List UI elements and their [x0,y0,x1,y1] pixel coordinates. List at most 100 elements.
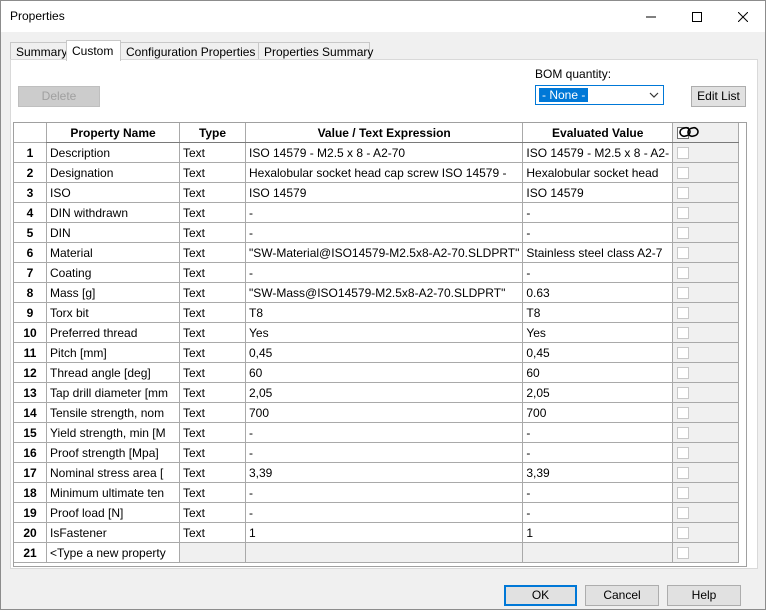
type-cell[interactable]: Text [179,482,246,503]
type-cell[interactable]: Text [179,422,246,443]
property-name-cell[interactable]: <Type a new property [46,542,180,563]
value-cell[interactable]: ISO 14579 [244,182,524,203]
table-row[interactable]: 10 Preferred thread Text Yes Yes [14,322,740,343]
header-type[interactable]: Type [179,123,246,143]
title-bar[interactable]: Properties [1,1,765,32]
row-checkbox[interactable] [677,367,690,380]
row-number[interactable]: 12 [14,362,47,383]
table-row[interactable]: 11 Pitch [mm] Text 0,45 0,45 [14,342,740,363]
table-row[interactable]: 6 Material Text "SW-Material@ISO14579-M2.5x… [14,242,740,263]
type-cell[interactable]: Text [179,222,246,243]
type-cell[interactable] [179,542,246,563]
type-cell[interactable]: Text [179,322,246,343]
type-cell[interactable]: Text [179,402,246,423]
property-name-cell[interactable]: Pitch [mm] [46,342,180,363]
close-button[interactable] [720,1,766,32]
row-checkbox[interactable] [677,327,690,340]
property-name-cell[interactable]: Coating [46,262,180,283]
table-row[interactable]: 13 Tap drill diameter [mm Text 2,05 2,05 [14,382,740,403]
row-number[interactable]: 21 [14,542,47,563]
row-checkbox[interactable] [677,307,690,320]
bom-quantity-select[interactable]: - None - [535,85,664,105]
type-cell[interactable]: Text [179,242,246,263]
property-name-cell[interactable]: Nominal stress area [ [46,462,180,483]
help-button[interactable]: Help [667,585,741,606]
row-checkbox[interactable] [677,287,690,300]
type-cell[interactable]: Text [179,522,246,543]
edit-list-button[interactable]: Edit List [691,86,746,107]
value-cell[interactable]: 1 [244,522,524,543]
property-name-cell[interactable]: Tensile strength, nom [46,402,180,423]
row-checkbox[interactable] [677,527,690,540]
row-number[interactable]: 3 [14,182,47,203]
value-cell[interactable]: T8 [244,302,524,323]
type-cell[interactable]: Text [179,182,246,203]
tab-custom[interactable]: Custom [66,40,121,61]
type-cell[interactable]: Text [179,442,246,463]
table-row[interactable]: 12 Thread angle [deg] Text 60 60 [14,362,740,383]
delete-button[interactable]: Delete [18,86,100,107]
value-cell[interactable]: ISO 14579 - M2.5 x 8 - A2-70 [244,142,524,163]
value-cell[interactable]: - [244,502,524,523]
row-checkbox[interactable] [677,227,690,240]
row-number[interactable]: 20 [14,522,47,543]
header-value-expression[interactable]: Value / Text Expression [244,123,524,143]
value-cell[interactable]: 3,39 [244,462,524,483]
row-number[interactable]: 13 [14,382,47,403]
table-row[interactable]: 14 Tensile strength, nom Text 700 700 [14,402,740,423]
row-number[interactable]: 18 [14,482,47,503]
table-row[interactable]: 20 IsFastener Text 1 1 [14,522,740,543]
type-cell[interactable]: Text [179,342,246,363]
row-number[interactable]: 4 [14,202,47,223]
row-number[interactable]: 6 [14,242,47,263]
property-name-cell[interactable]: Preferred thread [46,322,180,343]
tab-summary[interactable]: Summary [10,42,67,60]
grid-corner[interactable] [14,123,47,143]
tab-configuration-properties[interactable]: Configuration Properties [120,42,259,60]
row-checkbox[interactable] [677,387,690,400]
table-row[interactable]: 21 <Type a new property [14,542,740,563]
row-number[interactable]: 9 [14,302,47,323]
row-checkbox[interactable] [677,147,690,160]
type-cell[interactable]: Text [179,462,246,483]
value-cell[interactable] [244,542,524,563]
property-name-cell[interactable]: Yield strength, min [M [46,422,180,443]
row-checkbox[interactable] [677,467,690,480]
property-name-cell[interactable]: IsFastener [46,522,180,543]
value-cell[interactable]: 700 [244,402,524,423]
property-name-cell[interactable]: Minimum ultimate ten [46,482,180,503]
property-name-cell[interactable]: DIN withdrawn [46,202,180,223]
property-name-cell[interactable]: Material [46,242,180,263]
property-name-cell[interactable]: Thread angle [deg] [46,362,180,383]
value-cell[interactable]: - [244,202,524,223]
minimize-button[interactable] [628,1,674,32]
row-checkbox[interactable] [677,447,690,460]
value-cell[interactable]: 0,45 [244,342,524,363]
property-name-cell[interactable]: Torx bit [46,302,180,323]
table-row[interactable]: 16 Proof strength [Mpa] Text - - [14,442,740,463]
type-cell[interactable]: Text [179,202,246,223]
type-cell[interactable]: Text [179,262,246,283]
row-number[interactable]: 15 [14,422,47,443]
value-cell[interactable]: "SW-Mass@ISO14579-M2.5x8-A2-70.SLDPRT" [244,282,524,303]
value-cell[interactable]: - [244,222,524,243]
property-name-cell[interactable]: Mass [g] [46,282,180,303]
type-cell[interactable]: Text [179,142,246,163]
table-row[interactable]: 3 ISO Text ISO 14579 ISO 14579 [14,182,740,203]
property-name-cell[interactable]: ISO [46,182,180,203]
row-number[interactable]: 8 [14,282,47,303]
value-cell[interactable]: - [244,442,524,463]
row-checkbox[interactable] [677,167,690,180]
header-evaluated-value[interactable]: Evaluated Value [522,123,674,143]
value-cell[interactable]: - [244,482,524,503]
property-name-cell[interactable]: Description [46,142,180,163]
row-number[interactable]: 1 [14,142,47,163]
property-name-cell[interactable]: Tap drill diameter [mm [46,382,180,403]
row-checkbox[interactable] [677,487,690,500]
maximize-button[interactable] [674,1,720,32]
row-checkbox[interactable] [677,187,690,200]
table-row[interactable]: 15 Yield strength, min [M Text - - [14,422,740,443]
table-row[interactable]: 8 Mass [g] Text "SW-Mass@ISO14579-M2.5x8-A2… [14,282,740,303]
row-checkbox[interactable] [677,207,690,220]
row-checkbox[interactable] [677,267,690,280]
